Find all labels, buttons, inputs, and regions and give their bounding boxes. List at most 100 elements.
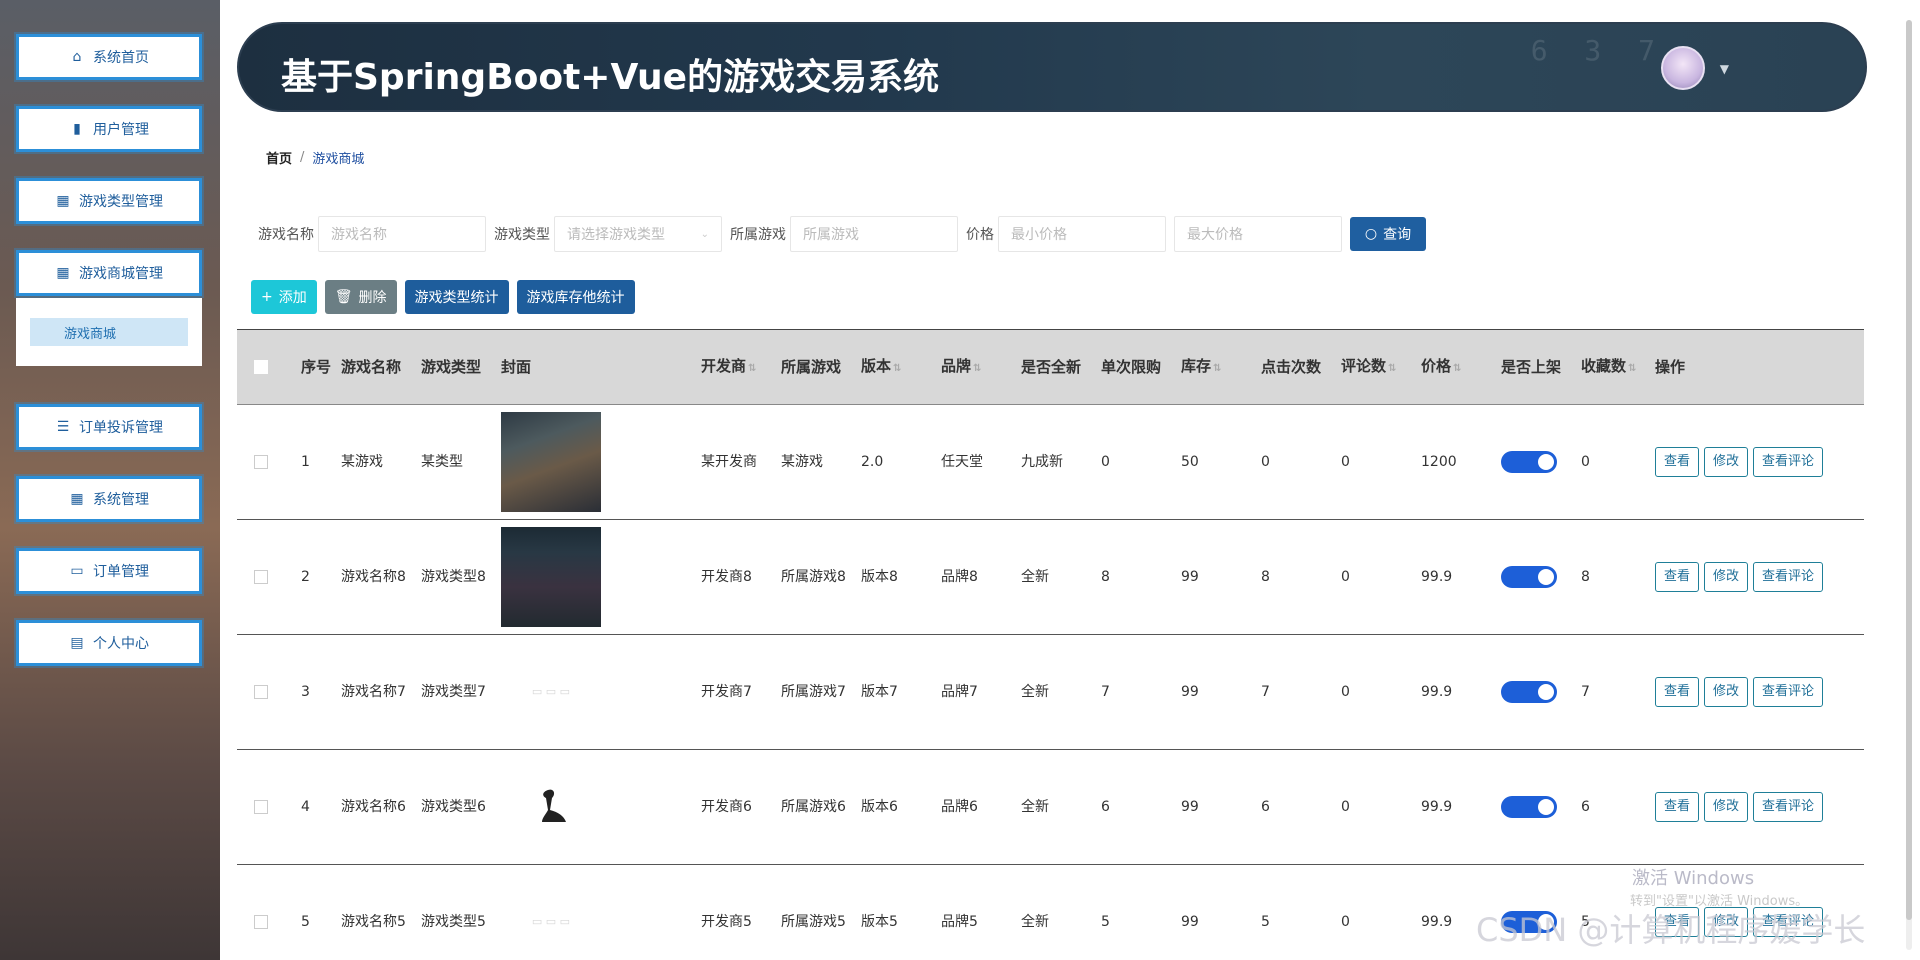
cell-ver: 版本6: [861, 799, 898, 815]
onsale-toggle[interactable]: [1501, 681, 1557, 703]
sidebar-item-complaints[interactable]: ☰ 订单投诉管理: [16, 404, 202, 450]
view-comments-button[interactable]: 查看评论: [1753, 677, 1824, 707]
cell-idx: 5: [301, 914, 310, 930]
monitor-icon: ▭: [70, 563, 84, 579]
header-decoration: 6 3 7: [1530, 34, 1665, 67]
add-button[interactable]: + 添加: [251, 280, 317, 314]
row-checkbox[interactable]: [237, 685, 285, 699]
cell-onsale: [1495, 566, 1575, 588]
sort-icon: ⇅: [1628, 362, 1637, 374]
type-stat-button[interactable]: 游戏类型统计: [404, 280, 509, 314]
edit-button[interactable]: 修改: [1704, 792, 1749, 822]
search-icon: ○: [1364, 226, 1378, 242]
cell-belong: 某游戏: [781, 454, 823, 470]
col-name: 游戏名称: [341, 358, 402, 376]
table-row: 4 游戏名称6 游戏类型6 开发商6 所属游戏6 版本6 品牌6 全新 6 99…: [237, 750, 1864, 865]
sidebar-item-profile[interactable]: ▤ 个人中心: [16, 620, 202, 666]
cell-new: 全新: [1021, 684, 1049, 700]
cell-price: 99.9: [1421, 799, 1453, 815]
sidebar-subitem-game-mall[interactable]: 游戏商城: [30, 318, 188, 346]
max-price-input[interactable]: 最大价格: [1174, 216, 1342, 252]
cover-image[interactable]: [501, 412, 601, 512]
row-checkbox[interactable]: [237, 800, 285, 814]
view-comments-button[interactable]: 查看评论: [1753, 792, 1824, 822]
belong-game-input[interactable]: 所属游戏: [790, 216, 958, 252]
game-name-input[interactable]: 游戏名称: [318, 216, 486, 252]
col-dev[interactable]: 开发商 ⇅: [695, 354, 775, 381]
row-checkbox[interactable]: [237, 915, 285, 929]
cell-ops: 查看 修改 查看评论: [1655, 677, 1855, 707]
sidebar-item-system[interactable]: ▦ 系统管理: [16, 476, 202, 522]
game-name-label: 游戏名称: [258, 227, 314, 243]
cell-dev: 开发商6: [701, 799, 752, 815]
col-price[interactable]: 价格 ⇅: [1415, 354, 1495, 381]
cover-image[interactable]: ▭ ▭ ▭: [501, 642, 601, 742]
query-button[interactable]: ○ 查询: [1350, 217, 1426, 251]
sidebar-item-label: 游戏商城管理: [79, 266, 163, 282]
edit-button[interactable]: 修改: [1704, 447, 1749, 477]
view-comments-button[interactable]: 查看评论: [1753, 447, 1824, 477]
row-checkbox[interactable]: [237, 455, 285, 469]
cover-image[interactable]: [501, 527, 601, 627]
plus-icon: +: [261, 289, 273, 305]
view-button[interactable]: 查看: [1655, 677, 1700, 707]
onsale-toggle[interactable]: [1501, 566, 1557, 588]
col-comments[interactable]: 评论数 ⇅: [1335, 354, 1415, 381]
cell-ops: 查看 修改 查看评论: [1655, 562, 1855, 592]
cover-image[interactable]: [501, 757, 601, 857]
cell-stock: 99: [1181, 799, 1199, 815]
col-clicks: 点击次数: [1261, 358, 1322, 376]
grid-icon: ▦: [56, 193, 70, 209]
view-button[interactable]: 查看: [1655, 562, 1700, 592]
cell-belong: 所属游戏6: [781, 799, 846, 815]
col-fav[interactable]: 收藏数 ⇅: [1575, 354, 1655, 381]
cell-type: 游戏类型6: [421, 799, 486, 815]
sidebar-item-label: 游戏类型管理: [79, 194, 163, 210]
sidebar-item-users[interactable]: ▮ 用户管理: [16, 106, 202, 152]
onsale-toggle[interactable]: [1501, 796, 1557, 818]
chevron-down-icon[interactable]: ▼: [1720, 62, 1729, 76]
cell-ver: 版本7: [861, 684, 898, 700]
trash-icon: 🗑: [334, 289, 353, 305]
cell-ops: 查看 修改 查看评论: [1655, 447, 1855, 477]
cell-name: 游戏名称7: [341, 684, 406, 700]
cell-cover: ▭ ▭ ▭: [495, 872, 695, 960]
col-stock[interactable]: 库存 ⇅: [1175, 354, 1255, 381]
cell-limit: 6: [1101, 799, 1110, 815]
delete-button[interactable]: 🗑 删除: [324, 280, 397, 314]
sidebar-item-game-types[interactable]: ▦ 游戏类型管理: [16, 178, 202, 224]
calendar-icon: ▤: [70, 635, 84, 651]
cell-brand: 品牌8: [941, 569, 978, 585]
col-brand[interactable]: 品牌 ⇅: [935, 354, 1015, 381]
scrollbar-thumb[interactable]: [1906, 20, 1912, 920]
cell-dev: 某开发商: [701, 454, 757, 470]
col-ver[interactable]: 版本 ⇅: [855, 354, 935, 381]
avatar[interactable]: [1661, 46, 1705, 90]
breadcrumb-home[interactable]: 首页: [266, 148, 292, 167]
row-checkbox[interactable]: [237, 570, 285, 584]
stock-stat-button[interactable]: 游戏库存他统计: [516, 280, 635, 314]
select-all-checkbox[interactable]: [237, 360, 285, 374]
view-button[interactable]: 查看: [1655, 447, 1700, 477]
cell-limit: 8: [1101, 569, 1110, 585]
onsale-toggle[interactable]: [1501, 451, 1557, 473]
cover-image[interactable]: ▭ ▭ ▭: [501, 872, 601, 960]
cell-belong: 所属游戏8: [781, 569, 846, 585]
sidebar-item-game-mall[interactable]: ▦ 游戏商城管理: [16, 250, 202, 296]
col-belong: 所属游戏: [781, 358, 842, 376]
cell-type: 某类型: [421, 454, 463, 470]
edit-button[interactable]: 修改: [1704, 562, 1749, 592]
col-cover: 封面: [501, 358, 532, 376]
cell-stock: 99: [1181, 569, 1199, 585]
sidebar-item-home[interactable]: ⌂ 系统首页: [16, 34, 202, 80]
cell-name: 游戏名称8: [341, 569, 406, 585]
breadcrumb-current: 游戏商城: [312, 151, 365, 167]
view-button[interactable]: 查看: [1655, 792, 1700, 822]
cell-new: 全新: [1021, 569, 1049, 585]
cell-brand: 品牌6: [941, 799, 978, 815]
edit-button[interactable]: 修改: [1704, 677, 1749, 707]
game-type-select[interactable]: 请选择游戏类型 ⌄: [554, 216, 722, 252]
min-price-input[interactable]: 最小价格: [998, 216, 1166, 252]
sidebar-item-orders[interactable]: ▭ 订单管理: [16, 548, 202, 594]
view-comments-button[interactable]: 查看评论: [1753, 562, 1824, 592]
